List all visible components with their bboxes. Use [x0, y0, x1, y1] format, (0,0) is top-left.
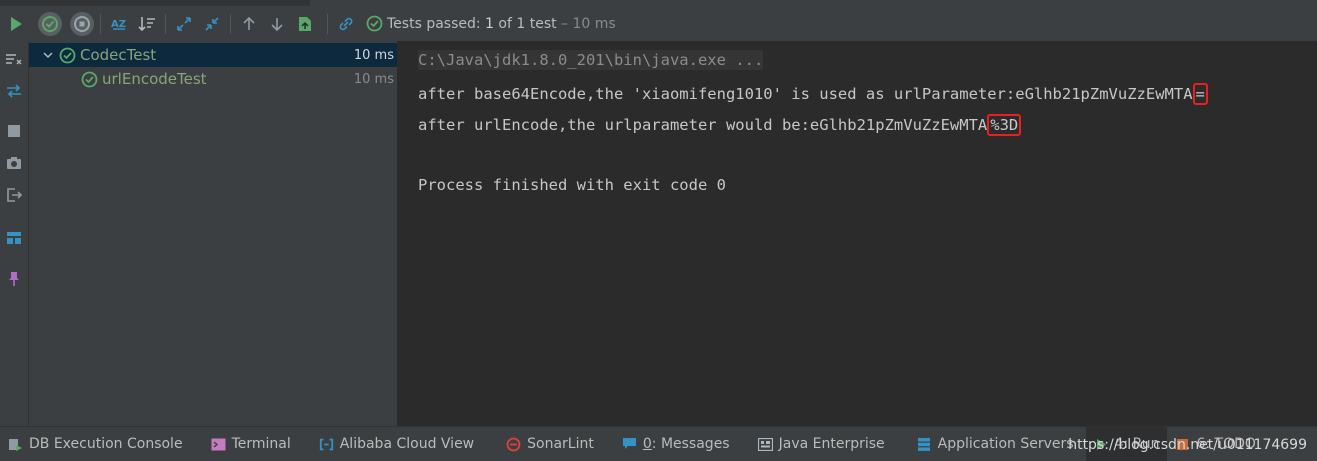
server-stack-icon — [917, 437, 932, 452]
pin-button[interactable] — [0, 267, 28, 291]
tree-item-time: 10 ms — [353, 71, 394, 87]
application-servers-tab[interactable]: Application Servers — [909, 427, 1082, 461]
sonarlint-icon — [506, 437, 521, 452]
export-file-icon — [299, 16, 311, 31]
expand-all-button[interactable] — [170, 10, 198, 38]
console-text: after urlEncode,the urlparameter would b… — [418, 116, 988, 134]
swap-button[interactable] — [0, 79, 28, 103]
layout-button[interactable] — [0, 226, 28, 250]
sort-by-duration-button[interactable] — [133, 10, 161, 38]
next-test-button[interactable] — [263, 10, 291, 38]
tool-window-bar: DB Execution Console Terminal Alibaba Cl… — [0, 426, 1317, 461]
arrow-up-icon — [243, 16, 255, 30]
link-button[interactable] — [332, 10, 360, 38]
layout-grid-icon — [7, 232, 21, 244]
check-circle-icon — [81, 71, 98, 87]
stop-square-icon — [8, 125, 20, 137]
expand-icon — [177, 16, 191, 31]
swap-arrows-icon — [7, 84, 21, 98]
messages-tab[interactable]: 0: Messages — [614, 427, 738, 461]
exit-button[interactable] — [0, 183, 28, 207]
test-runner-toolbar: AZ Tests passed: 1 of 1 test – 10 ms — [0, 6, 1317, 41]
status-text: Tests passed: 1 of 1 test – 10 ms — [387, 15, 616, 32]
alibaba-cloud-view-tab[interactable]: Alibaba Cloud View — [311, 427, 482, 461]
show-passed-button[interactable] — [36, 10, 64, 38]
db-execution-console-tab[interactable]: DB Execution Console — [0, 427, 191, 461]
sonarlint-tab[interactable]: SonarLint — [498, 427, 602, 461]
filter-lines-icon — [6, 54, 22, 65]
pin-icon — [9, 272, 19, 286]
java-enterprise-icon — [757, 437, 773, 452]
toolbar-separator — [230, 13, 231, 34]
console-output[interactable]: C:\Java\jdk1.8.0_201\bin\java.exe ... af… — [397, 41, 1317, 426]
rerun-button[interactable] — [2, 10, 30, 38]
highlight-box: = — [1192, 83, 1208, 105]
test-status: Tests passed: 1 of 1 test – 10 ms — [366, 15, 616, 32]
cloud-bracket-icon — [319, 437, 334, 452]
stop-circle-icon — [70, 11, 94, 36]
chevron-down-icon[interactable] — [43, 50, 53, 60]
export-results-button[interactable] — [291, 10, 319, 38]
watermark-url: https://blog.csdn.net/u011174699 — [1068, 436, 1307, 453]
console-text: after base64Encode,the 'xiaomifeng1010' … — [418, 85, 1193, 103]
play-icon — [11, 16, 22, 31]
screenshot-button[interactable] — [0, 151, 28, 175]
highlight-box: %3D — [987, 114, 1022, 136]
db-console-icon — [8, 437, 23, 452]
check-circle-icon — [366, 15, 383, 32]
console-line-base64: after base64Encode,the 'xiaomifeng1010' … — [418, 83, 1208, 105]
toolbar-separator — [165, 13, 166, 34]
link-icon — [339, 17, 353, 30]
toolbar-separator — [100, 13, 101, 34]
check-circle-icon — [38, 11, 62, 36]
tree-item-label: urlEncodeTest — [102, 70, 207, 88]
toolbar-separator — [327, 13, 328, 34]
sort-az-icon: AZ — [111, 19, 126, 30]
java-enterprise-tab[interactable]: Java Enterprise — [750, 427, 893, 461]
check-circle-icon — [59, 47, 76, 63]
stop-button[interactable] — [0, 119, 28, 143]
filter-button[interactable] — [0, 47, 28, 71]
console-line-urlencode: after urlEncode,the urlparameter would b… — [418, 114, 1022, 136]
camera-icon — [7, 157, 21, 169]
show-ignored-button[interactable] — [68, 10, 96, 38]
console-command-line: C:\Java\jdk1.8.0_201\bin\java.exe ... — [418, 50, 764, 70]
message-bubble-icon — [622, 437, 637, 452]
sort-duration-icon — [138, 16, 155, 31]
tree-item-urlencodetest[interactable]: urlEncodeTest 10 ms — [29, 67, 398, 91]
tree-item-time: 10 ms — [353, 47, 394, 63]
tree-item-label: CodecTest — [80, 46, 157, 64]
previous-test-button[interactable] — [235, 10, 263, 38]
collapse-icon — [205, 16, 219, 31]
tree-item-codectest[interactable]: CodecTest 10 ms — [29, 43, 398, 67]
terminal-tab[interactable]: Terminal — [203, 427, 299, 461]
collapse-all-button[interactable] — [198, 10, 226, 38]
left-tool-strip — [0, 41, 28, 426]
test-tree: CodecTest 10 ms urlEncodeTest 10 ms — [28, 41, 398, 426]
console-line-finish: Process finished with exit code 0 — [418, 176, 726, 194]
arrow-down-icon — [271, 17, 283, 31]
exit-icon — [7, 188, 22, 202]
terminal-icon — [211, 437, 226, 452]
sort-alphabetically-button[interactable]: AZ — [105, 10, 133, 38]
